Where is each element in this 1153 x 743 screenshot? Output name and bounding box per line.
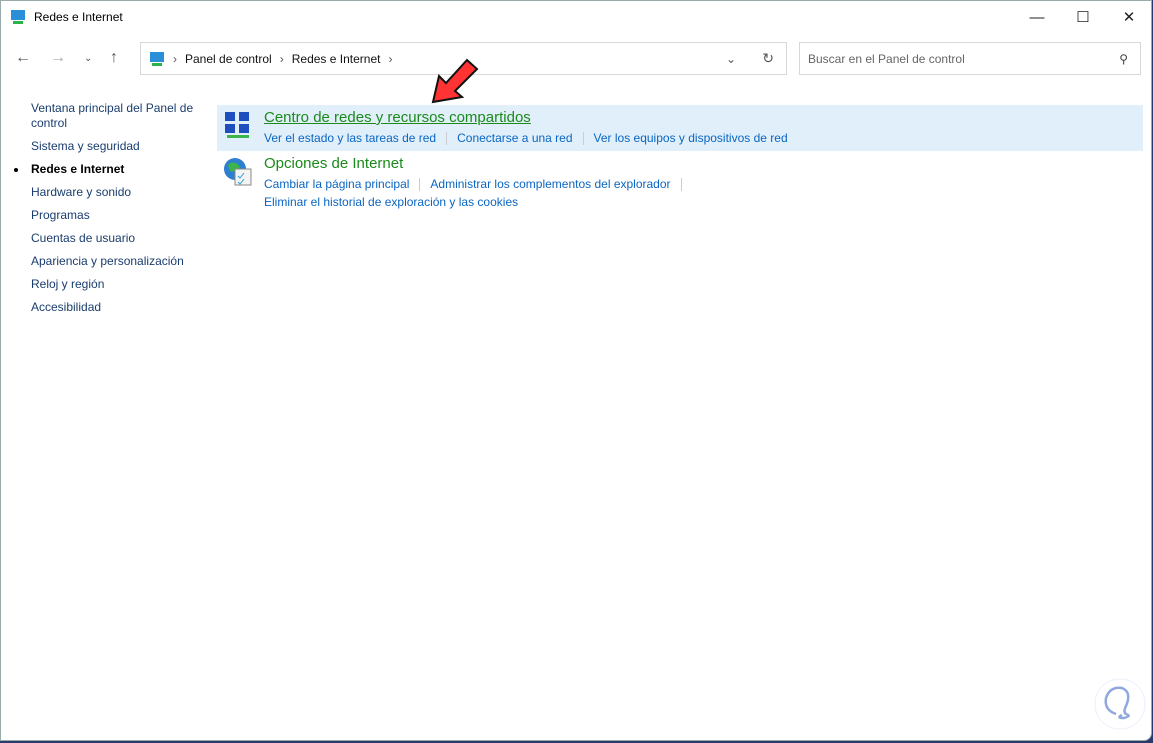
category-internet-options: Opciones de Internet Cambiar la página p…	[217, 151, 1143, 215]
internet-options-icon	[224, 158, 252, 186]
sidebar-item-programs[interactable]: Programas	[31, 208, 201, 223]
category-title[interactable]: Opciones de Internet	[264, 155, 1143, 172]
sidebar-item-security[interactable]: Sistema y seguridad	[31, 139, 201, 154]
red-arrow-annotation	[431, 58, 479, 104]
window: Redes e Internet — ☐ ✕ ← → ⌄ ↑ › Panel de…	[0, 0, 1152, 741]
sidebar-item-accounts[interactable]: Cuentas de usuario	[31, 231, 201, 246]
sidebar-item-accessibility[interactable]: Accesibilidad	[31, 300, 201, 315]
category-title[interactable]: Centro de redes y recursos compartidos	[264, 109, 1143, 126]
sidebar-item-network[interactable]: Redes e Internet	[14, 162, 201, 177]
up-button[interactable]: ↑	[110, 49, 118, 67]
maximize-button[interactable]: ☐	[1060, 1, 1106, 33]
category-network-center: Centro de redes y recursos compartidos V…	[217, 105, 1143, 151]
link-delete-history[interactable]: Eliminar el historial de exploración y l…	[264, 195, 518, 209]
link-connect-network[interactable]: Conectarse a una red	[457, 131, 572, 145]
search-input[interactable]: Buscar en el Panel de control ⚲	[799, 42, 1141, 75]
link-manage-addons[interactable]: Administrar los complementos del explora…	[430, 177, 670, 191]
search-icon[interactable]: ⚲	[1119, 52, 1128, 66]
network-folder-icon	[150, 51, 164, 66]
close-button[interactable]: ✕	[1106, 1, 1151, 33]
network-folder-icon	[11, 10, 25, 24]
recent-dropdown[interactable]: ⌄	[84, 53, 92, 64]
network-center-icon	[225, 112, 249, 138]
sidebar-item-home[interactable]: Ventana principal del Panel de control	[31, 101, 201, 131]
minimize-button[interactable]: —	[1014, 1, 1060, 33]
watermark-logo	[1094, 678, 1146, 730]
link-change-homepage[interactable]: Cambiar la página principal	[264, 177, 409, 191]
sidebar-item-hardware[interactable]: Hardware y sonido	[31, 185, 201, 200]
window-title: Redes e Internet	[34, 10, 123, 24]
sidebar: Ventana principal del Panel de control S…	[14, 101, 201, 323]
refresh-icon[interactable]: ↻	[762, 50, 774, 67]
sidebar-item-clock[interactable]: Reloj y región	[31, 277, 201, 292]
breadcrumb-item[interactable]: Panel de control	[185, 52, 272, 66]
breadcrumb-item[interactable]: Redes e Internet	[292, 52, 381, 66]
link-network-status[interactable]: Ver el estado y las tareas de red	[264, 131, 436, 145]
title-bar: Redes e Internet	[1, 1, 1151, 33]
sidebar-item-appearance[interactable]: Apariencia y personalización	[31, 254, 201, 269]
link-network-devices[interactable]: Ver los equipos y dispositivos de red	[594, 131, 788, 145]
forward-button[interactable]: →	[50, 49, 66, 67]
chevron-down-icon[interactable]: ⌄	[726, 52, 736, 66]
back-button[interactable]: ←	[15, 49, 31, 67]
